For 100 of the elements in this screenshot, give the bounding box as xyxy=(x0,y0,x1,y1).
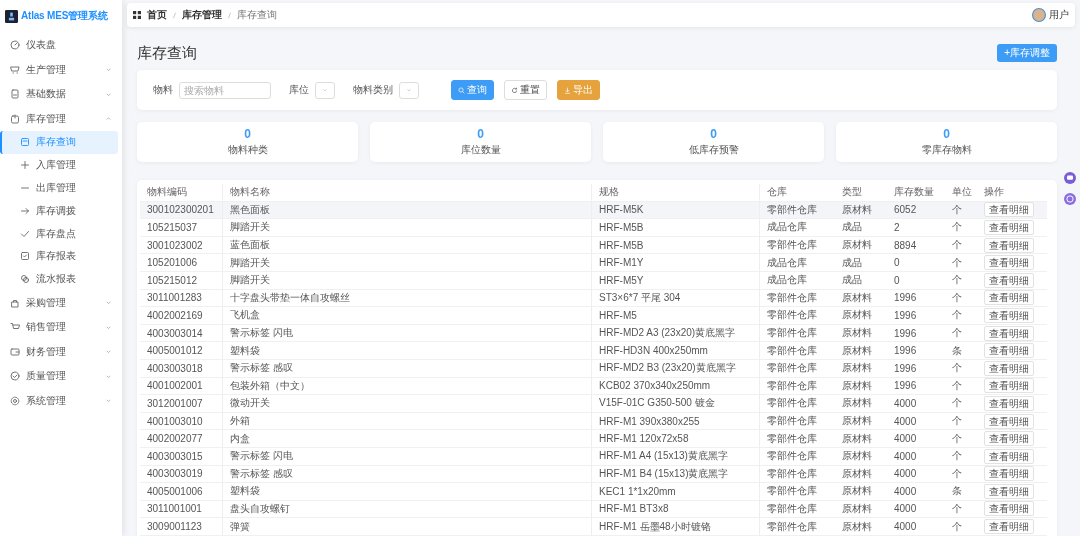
sidebar-subitem[interactable]: 流水报表 xyxy=(0,267,122,291)
view-details-button[interactable]: 查看明细 xyxy=(984,395,1034,411)
table-row[interactable]: 105215037 脚踏开关 HRF-M5B 成品仓库 成品 2 个 查看明细 xyxy=(140,219,1047,237)
select-field[interactable] xyxy=(399,81,419,99)
sidebar-item[interactable]: 销售管理 xyxy=(0,315,122,340)
sidebar-subitem[interactable]: 库存报表 xyxy=(0,245,122,268)
table-cell-text: 原材料 xyxy=(841,308,873,323)
view-details-button[interactable]: 查看明细 xyxy=(984,466,1034,482)
table-cell-text: 4000 xyxy=(893,521,918,533)
search-field[interactable]: 搜索物料 xyxy=(179,81,271,99)
table-cell-text: 原材料 xyxy=(841,396,873,411)
sidebar-item[interactable]: 基础数据 xyxy=(0,82,122,107)
table-cell: HRF-M5B xyxy=(591,219,759,236)
sidebar-item[interactable]: 生产管理 xyxy=(0,57,122,82)
view-details-button[interactable]: 查看明细 xyxy=(984,220,1034,235)
table-row[interactable]: 4003003014 警示标签 闪电 HRF-MD2 A3 (23x20)黄底黑字 零部件仓库 原材料 1996 个 查看明细 xyxy=(140,324,1047,343)
table-cell-text: 个 xyxy=(951,414,963,428)
table-cell-text: 3011001283 xyxy=(146,292,203,304)
table-cell: 塑料袋 xyxy=(222,342,591,359)
action-button[interactable]: 重置 xyxy=(504,80,547,100)
table-cell: 飞机盒 xyxy=(222,307,591,324)
stat-label: 库位数量 xyxy=(460,143,501,157)
table-cell-text: 105215012 xyxy=(146,274,199,286)
sidebar-subitem[interactable]: 库存盘点 xyxy=(0,222,122,245)
view-details-button[interactable]: 查看明细 xyxy=(984,325,1034,341)
table-row[interactable]: 3009001123 弹簧 HRF-M1 岳墨48小时镀铬 零部件仓库 原材料 4000 个 查看明细 xyxy=(140,518,1047,536)
column-header: 类型 xyxy=(841,185,863,200)
sidebar-item[interactable]: 质量管理 xyxy=(0,364,122,389)
view-details-button[interactable]: 查看明细 xyxy=(984,237,1034,253)
view-details-button[interactable]: 查看明细 xyxy=(984,519,1034,535)
table-cell-text: 3009001123 xyxy=(146,521,203,533)
table-row[interactable]: 4003003015 警示标签 闪电 HRF-M1 A4 (15x13)黄底黑字 零部件仓库 原材料 4000 个 查看明细 xyxy=(140,447,1047,466)
view-details-button[interactable]: 查看明细 xyxy=(984,483,1034,499)
table-cell: 零部件仓库 xyxy=(759,483,835,500)
table-row[interactable]: 105215012 脚踏开关 HRF-M5Y 成品仓库 成品 0 个 查看明细 xyxy=(140,271,1047,290)
table-cell-text: 1996 xyxy=(893,292,918,304)
table-cell-text: 个 xyxy=(951,326,963,341)
table-cell: 成品仓库 xyxy=(759,254,835,271)
view-details-button[interactable]: 查看明细 xyxy=(984,272,1034,288)
table-row[interactable]: 4003003019 警示标签 感叹 HRF-M1 B4 (15x13)黄底黑字 零部件仓库 原材料 4000 个 查看明细 xyxy=(140,465,1047,484)
table-row[interactable]: 4002002077 内盒 HRF-M1 120x72x58 零部件仓库 原材料 4000 个 查看明细 xyxy=(140,430,1047,448)
table-cell-text: 4005001006 xyxy=(146,485,204,497)
sidebar-item[interactable]: 仪表盘 xyxy=(0,33,122,58)
user-name[interactable]: 用户 xyxy=(1049,8,1069,22)
table-cell: 警示标签 闪电 xyxy=(222,324,591,342)
bag-icon xyxy=(10,297,20,308)
table-row[interactable]: 3012001007 微动开关 V15F-01C G350-500 镀金 零部件仓库 原材料 4000 个 查看明细 xyxy=(140,395,1047,413)
table-cell: 零部件仓库 xyxy=(759,359,835,377)
view-details-button[interactable]: 查看明细 xyxy=(984,413,1034,429)
table-cell: 成品仓库 xyxy=(759,271,835,289)
table-cell-text: 6052 xyxy=(893,204,918,216)
stat-value: 0 xyxy=(477,127,484,141)
table-cell-text: 4005001012 xyxy=(146,345,204,357)
sidebar-item[interactable]: 采购管理 xyxy=(0,290,122,316)
view-details-button[interactable]: 查看明细 xyxy=(984,360,1034,376)
table-row[interactable]: 4001002001 包装外箱（中文） KCB02 370x340x250mm 零部件仓库 原材料 1996 个 查看明细 xyxy=(140,377,1047,396)
table-cell-text: 4002002169 xyxy=(146,309,204,321)
table-cell: KEC1 1*1x20mm xyxy=(591,483,759,500)
table-row[interactable]: 3001023002 蓝色面板 HRF-M5B 零部件仓库 原材料 8894 个 查看明细 xyxy=(140,236,1047,255)
table-cell-text: 原材料 xyxy=(841,343,873,358)
stat-label: 低库存预警 xyxy=(688,143,739,157)
view-details-button[interactable]: 查看明细 xyxy=(984,378,1034,394)
table-row[interactable]: 4001003010 外箱 HRF-M1 390x380x255 零部件仓库 原材料 4000 个 查看明细 xyxy=(140,412,1047,431)
table-row[interactable]: 4003003018 警示标签 感叹 HRF-MD2 B3 (23x20)黄底黑字 零部件仓库 原材料 1996 个 查看明细 xyxy=(140,359,1047,378)
table-cell-text: 个 xyxy=(951,290,963,305)
table-cell: HRF-M1Y xyxy=(591,254,759,271)
arrow-icon xyxy=(20,205,30,216)
table-row[interactable]: 4005001006 塑料袋 KEC1 1*1x20mm 零部件仓库 原材料 4000 条 查看明细 xyxy=(140,483,1047,501)
table-row[interactable]: 4005001012 塑料袋 HRF-HD3N 400x250mm 零部件仓库 原材料 1996 条 查看明细 xyxy=(140,342,1047,360)
sidebar-subitem[interactable]: 出库管理 xyxy=(0,176,122,200)
table-cell: 黑色面板 xyxy=(222,201,591,219)
sidebar-item[interactable]: 库存管理 xyxy=(0,106,122,131)
column-header: 单位 xyxy=(951,185,973,200)
view-details-button[interactable]: 查看明细 xyxy=(984,448,1034,464)
view-details-button[interactable]: 查看明细 xyxy=(984,290,1034,306)
view-details-button[interactable]: 查看明细 xyxy=(984,307,1034,323)
table-cell-text: 个 xyxy=(951,273,963,288)
table-cell-text: 1996 xyxy=(893,345,918,357)
chevron-icon xyxy=(322,87,328,93)
sidebar-item[interactable]: 系统管理 xyxy=(0,388,122,414)
sidebar-subitem[interactable]: 入库管理 xyxy=(0,153,122,177)
table-row[interactable]: 105201006 脚踏开关 HRF-M1Y 成品仓库 成品 0 个 查看明细 xyxy=(140,254,1047,272)
table-row[interactable]: 3011001283 十字盘头带垫一体自攻螺丝 ST3×6*7 平尾 304 零部件仓库 原材料 1996 个 查看明细 xyxy=(140,289,1047,308)
table-cell: 零部件仓库 xyxy=(759,500,835,518)
view-details-button[interactable]: 查看明细 xyxy=(984,343,1034,359)
table-row[interactable]: 3011001001 盘头自攻螺钉 HRF-M1 BT3x8 零部件仓库 原材料 4000 个 查看明细 xyxy=(140,500,1047,519)
sidebar-subitem[interactable]: 库存调拨 xyxy=(0,199,122,223)
table-row[interactable]: 4002002169 飞机盒 HRF-M5 零部件仓库 原材料 1996 个 查看明细 xyxy=(140,307,1047,325)
slash-icon xyxy=(226,10,233,20)
view-details-button[interactable]: 查看明细 xyxy=(984,255,1034,271)
table-cell-text: 个 xyxy=(951,255,963,270)
view-details-button[interactable]: 查看明细 xyxy=(984,431,1034,447)
select-field[interactable] xyxy=(315,81,335,99)
view-details-button[interactable]: 查看明细 xyxy=(984,501,1034,517)
breadcrumb-link[interactable]: 库存管理 xyxy=(182,8,222,22)
view-details-button[interactable]: 查看明细 xyxy=(984,202,1034,218)
sidebar-item[interactable]: 财务管理 xyxy=(0,339,122,365)
table-cell-text: 4002002077 xyxy=(146,433,204,445)
table-cell-text: 原材料 xyxy=(841,519,873,534)
breadcrumb-link[interactable]: 首页 xyxy=(147,8,167,22)
